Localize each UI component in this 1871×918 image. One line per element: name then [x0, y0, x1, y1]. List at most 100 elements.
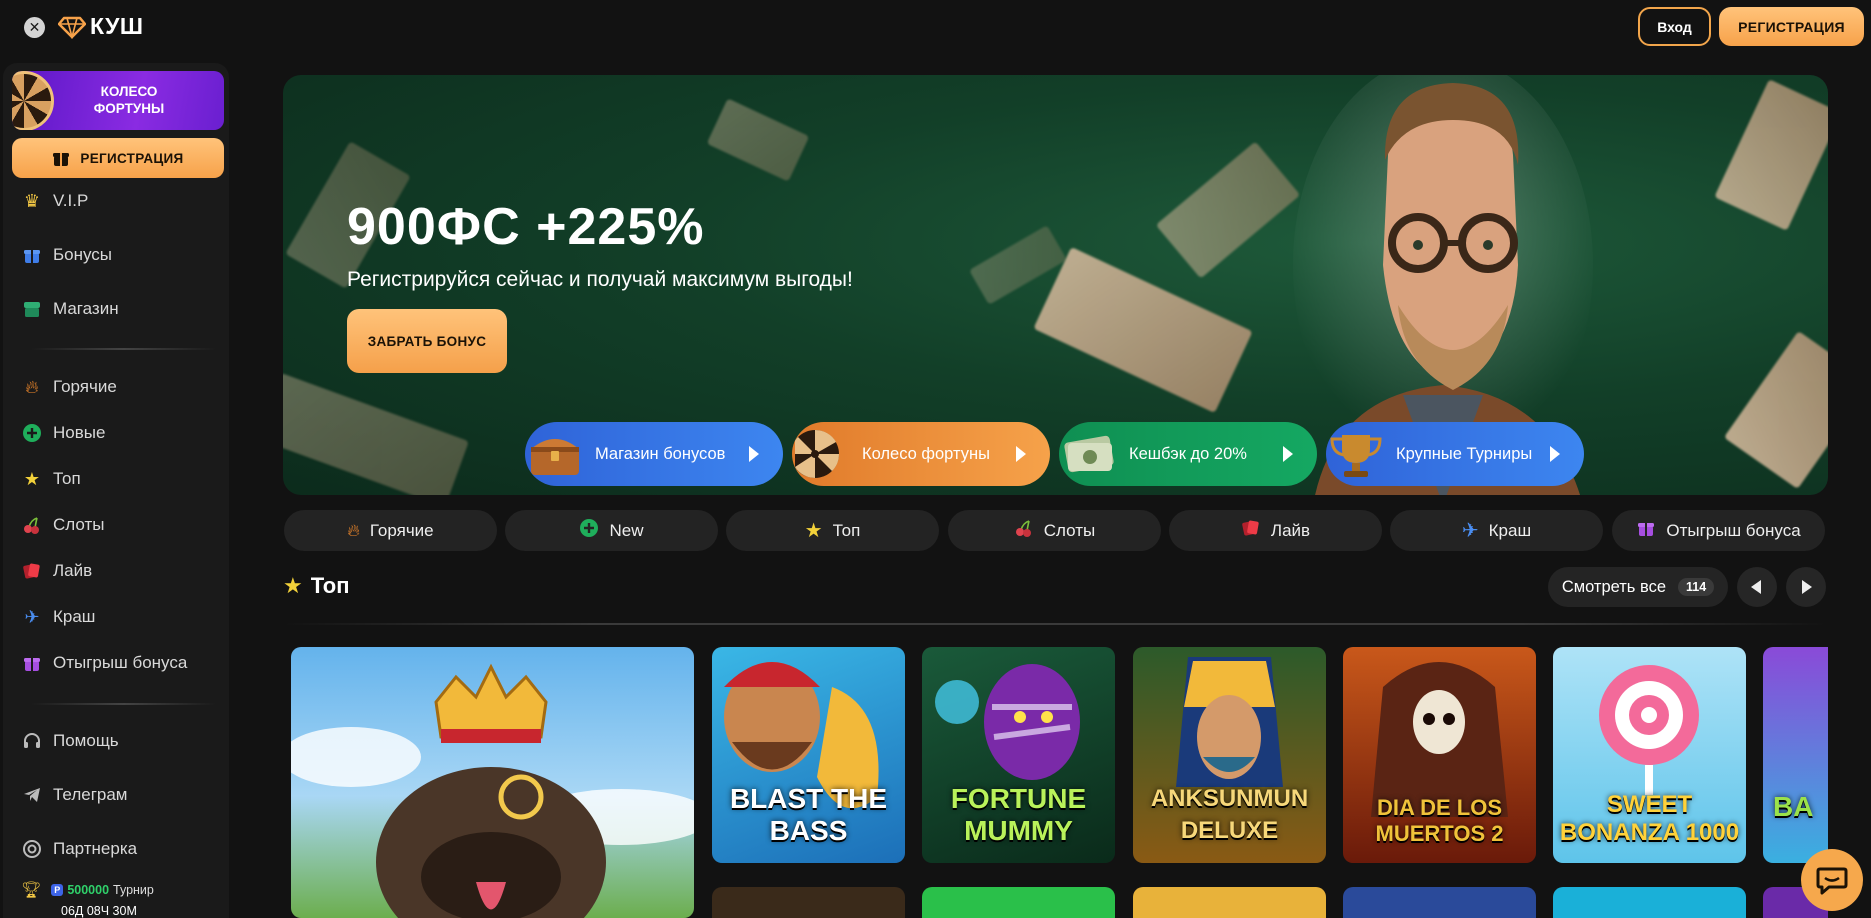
- sidebar-item-label: Отыгрыш бонуса: [53, 653, 188, 672]
- promo-cashback[interactable]: Кешбэк до 20%: [1059, 422, 1317, 486]
- sidebar-item-new[interactable]: Новые: [21, 422, 105, 444]
- sidebar-item-vip[interactable]: ♛ V.I.P: [21, 190, 88, 212]
- login-button[interactable]: Вход: [1638, 7, 1711, 46]
- game-card[interactable]: [1343, 887, 1536, 918]
- sidebar-item-shop[interactable]: Магазин: [21, 298, 119, 320]
- promo-label: Магазин бонусов: [595, 444, 726, 463]
- wheel-icon: [792, 424, 852, 484]
- partner-icon: [21, 838, 43, 860]
- category-live[interactable]: Лайв: [1169, 510, 1382, 551]
- game-card[interactable]: SWEET BONANZA 1000: [1553, 647, 1746, 863]
- tournament-timer: 06Д 08Ч 30М: [61, 904, 137, 918]
- category-bonus-wager[interactable]: Отыгрыш бонуса: [1612, 510, 1825, 551]
- chat-button[interactable]: [1801, 849, 1863, 911]
- claim-bonus-button[interactable]: ЗАБРАТЬ БОНУС: [347, 309, 507, 373]
- close-icon[interactable]: ✕: [24, 17, 45, 38]
- gift-icon: [53, 153, 70, 166]
- chevron-right-icon: [749, 446, 759, 462]
- carousel-prev-button[interactable]: [1737, 567, 1777, 607]
- hero-banner[interactable]: 900ФС +225% Регистрируйся сейчас и получ…: [283, 75, 1828, 495]
- gift-icon: [21, 244, 43, 266]
- game-card[interactable]: [922, 887, 1115, 918]
- cards-icon: [1241, 518, 1261, 543]
- banknote-image: [1723, 330, 1828, 490]
- register-button[interactable]: РЕГИСТРАЦИЯ: [1719, 7, 1864, 46]
- category-hot[interactable]: 🔥︎ Горячие: [284, 510, 497, 551]
- gift-icon: [1636, 518, 1656, 543]
- diamond-logo-icon: [58, 16, 86, 39]
- game-card[interactable]: [1133, 887, 1326, 918]
- logo[interactable]: КУШ: [58, 13, 144, 40]
- sidebar-item-bonuses[interactable]: Бонусы: [21, 244, 112, 266]
- fortune-wheel-card[interactable]: КОЛЕСО ФОРТУНЫ: [12, 71, 224, 130]
- sidebar-item-telegram[interactable]: Телеграм: [21, 784, 128, 806]
- category-label: Лайв: [1270, 520, 1311, 540]
- game-title: BLAST THE BASS: [729, 783, 888, 846]
- sidebar-item-bonus-wager[interactable]: Отыгрыш бонуса: [21, 652, 187, 674]
- game-card[interactable]: [712, 887, 905, 918]
- sidebar-item-slots[interactable]: Слоты: [21, 514, 104, 536]
- banknote-image: [1155, 141, 1301, 279]
- game-card-featured[interactable]: [291, 647, 694, 918]
- game-title: DIA DE LOS MUERTOS 2: [1375, 795, 1504, 846]
- plane-icon: ✈: [1461, 520, 1479, 542]
- game-card[interactable]: ANKSUNMUN DELUXE: [1133, 647, 1326, 863]
- game-card[interactable]: BA: [1763, 647, 1828, 863]
- star-icon: ★: [23, 468, 41, 489]
- sidebar-divider: [31, 703, 216, 705]
- hero-subtitle: Регистрируйся сейчас и получай максимум …: [347, 268, 853, 291]
- cherry-icon: [21, 514, 43, 536]
- promo-tournaments[interactable]: Крупные Турниры: [1326, 422, 1584, 486]
- hero-title: 900ФС +225%: [347, 198, 705, 256]
- promo-bonus-shop[interactable]: Магазин бонусов: [525, 422, 783, 486]
- category-crash[interactable]: ✈ Краш: [1390, 510, 1603, 551]
- carousel-next-button[interactable]: [1786, 567, 1826, 607]
- tournament-line: 🏆︎ P 500000 Турнир: [21, 880, 223, 900]
- chat-icon: [1816, 867, 1848, 895]
- logo-text: КУШ: [90, 13, 144, 39]
- banknote-image: [283, 372, 469, 495]
- category-top[interactable]: ★ Топ: [726, 510, 939, 551]
- points-badge: P: [51, 884, 64, 896]
- promo-fortune-wheel[interactable]: Колесо фортуны: [792, 422, 1050, 486]
- see-all-label: Смотреть все: [1561, 577, 1666, 596]
- category-slots[interactable]: Слоты: [948, 510, 1161, 551]
- sidebar-divider: [31, 348, 216, 350]
- section-title-label: Топ: [310, 573, 350, 598]
- game-card[interactable]: [1553, 887, 1746, 918]
- star-icon: ★: [283, 573, 303, 598]
- sidebar-item-partner[interactable]: Партнерка: [21, 838, 137, 860]
- sidebar-item-label: V.I.P: [53, 191, 89, 210]
- game-card[interactable]: FORTUNE MUMMY: [922, 647, 1115, 863]
- sidebar: КОЛЕСО ФОРТУНЫ РЕГИСТРАЦИЯ ♛ V.I.P Бонус…: [3, 63, 229, 918]
- sidebar-item-label: Топ: [53, 469, 81, 488]
- section-title: ★ Топ: [283, 573, 350, 599]
- cherry-icon: [1014, 518, 1034, 543]
- game-card[interactable]: BLAST THE BASS: [712, 647, 905, 863]
- gift-icon: [21, 652, 43, 674]
- top-bar: ✕ КУШ Вход РЕГИСТРАЦИЯ: [0, 0, 1871, 54]
- sidebar-register-label: РЕГИСТРАЦИЯ: [80, 150, 184, 166]
- sidebar-item-label: Слоты: [53, 515, 105, 534]
- sidebar-item-label: Партнерка: [53, 839, 138, 858]
- sidebar-item-live[interactable]: Лайв: [21, 560, 92, 582]
- plus-circle-icon: [21, 422, 43, 444]
- sidebar-register-button[interactable]: РЕГИСТРАЦИЯ: [12, 138, 224, 178]
- trophy-icon: [1326, 424, 1386, 484]
- games-grid: BLAST THE BASS FORTUNE MUMMY ANKSUNMUN D…: [291, 647, 1828, 918]
- category-new[interactable]: New: [505, 510, 718, 551]
- sidebar-item-label: Магазин: [53, 299, 119, 318]
- sidebar-item-hot[interactable]: 🔥︎ Горячие: [21, 376, 116, 398]
- chest-icon: [525, 424, 585, 484]
- money-icon: [1059, 424, 1119, 484]
- tournament-label: Турнир: [113, 883, 154, 897]
- sidebar-item-top[interactable]: ★ Топ: [21, 468, 81, 490]
- see-all-button[interactable]: Смотреть все 114: [1548, 567, 1728, 607]
- game-card[interactable]: DIA DE LOS MUERTOS 2: [1343, 647, 1536, 863]
- sidebar-item-help[interactable]: Помощь: [21, 730, 119, 752]
- tournament-widget[interactable]: 🏆︎ P 500000 Турнир 06Д 08Ч 30М: [21, 880, 223, 918]
- sidebar-item-label: Помощь: [53, 731, 119, 750]
- sidebar-item-crash[interactable]: ✈ Краш: [21, 606, 95, 628]
- fire-icon: 🔥︎: [347, 520, 360, 540]
- fortune-wheel-label: КОЛЕСО ФОРТУНЫ: [93, 84, 165, 116]
